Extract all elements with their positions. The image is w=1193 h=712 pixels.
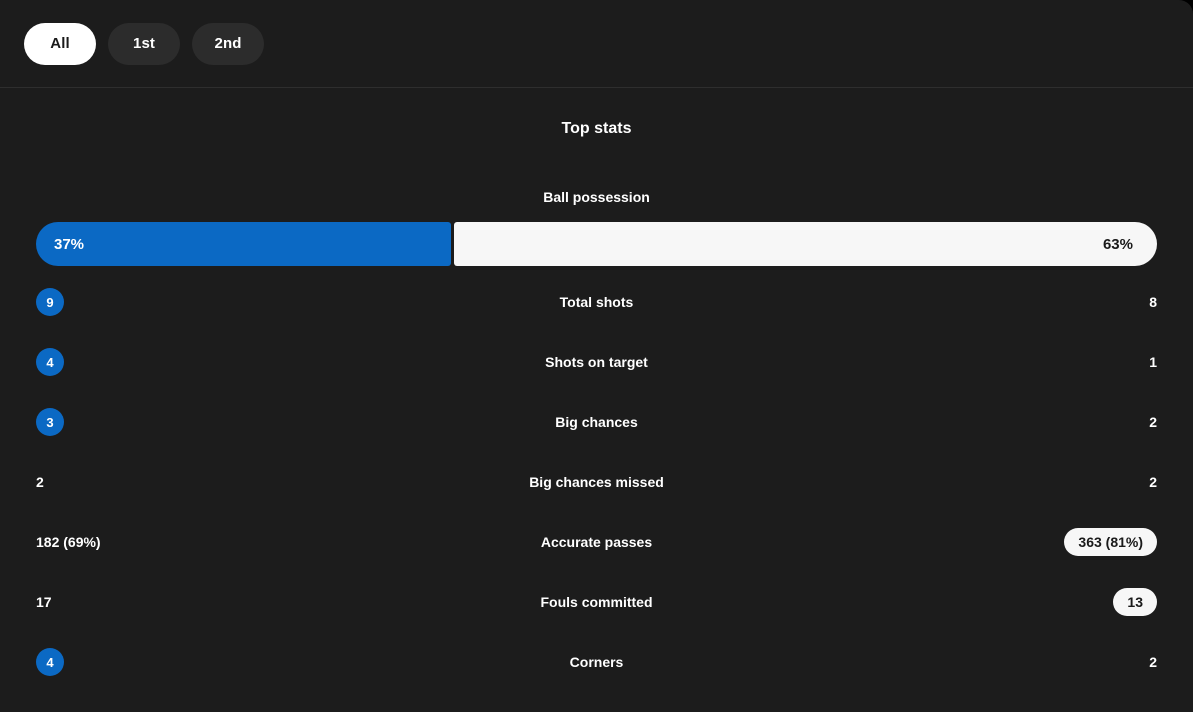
stat-home-value-container: 9 — [36, 288, 346, 316]
stat-away-value: 2 — [1149, 474, 1157, 490]
stat-label: Big chances missed — [529, 474, 664, 490]
stat-row: 9 Total shots 8 — [0, 272, 1193, 332]
stat-home-value: 4 — [36, 648, 64, 676]
stat-home-value-container: 2 — [36, 474, 346, 490]
stat-home-value-container: 17 — [36, 594, 346, 610]
stat-away-value: 2 — [1149, 414, 1157, 430]
stat-away-value-container: 2 — [847, 654, 1157, 670]
stat-away-value-container: 13 — [847, 588, 1157, 616]
possession-away-segment: 63% — [453, 222, 1157, 266]
stat-away-value-container: 8 — [847, 294, 1157, 310]
stat-away-value-container: 363 (81%) — [847, 528, 1157, 556]
stat-home-value: 2 — [36, 474, 44, 490]
stat-away-value-container: 2 — [847, 414, 1157, 430]
stat-home-value: 4 — [36, 348, 64, 376]
stat-home-value-container: 3 — [36, 408, 346, 436]
tab-2nd[interactable]: 2nd — [192, 22, 264, 65]
stat-home-value: 9 — [36, 288, 64, 316]
stat-label: Corners — [569, 654, 624, 670]
stat-home-value-container: 182 (69%) — [36, 534, 346, 550]
stat-away-value: 363 (81%) — [1064, 528, 1157, 556]
stat-away-value-container: 2 — [847, 474, 1157, 490]
stat-label: Total shots — [559, 294, 634, 310]
stat-label: Fouls committed — [540, 594, 653, 610]
stat-row: 182 (69%) Accurate passes 363 (81%) — [0, 512, 1193, 572]
stat-row: 3 Big chances 2 — [0, 392, 1193, 452]
tab-1st[interactable]: 1st — [108, 22, 180, 65]
section-title: Top stats — [561, 120, 632, 137]
possession-home-segment: 37% — [36, 222, 451, 266]
stat-home-value: 182 (69%) — [36, 534, 101, 550]
stat-away-value: 8 — [1149, 294, 1157, 310]
stat-home-value-container: 4 — [36, 648, 346, 676]
stats-content: Top stats Ball possession 37% 63% 9 Total… — [0, 120, 1193, 692]
stat-home-value: 3 — [36, 408, 64, 436]
stat-row: 17 Fouls committed 13 — [0, 572, 1193, 632]
ball-possession-bar: 37% 63% — [36, 222, 1157, 266]
stat-row: 4 Corners 2 — [0, 632, 1193, 692]
stat-row: 4 Shots on target 1 — [0, 332, 1193, 392]
stat-home-value-container: 4 — [36, 348, 346, 376]
stat-away-value-container: 1 — [847, 354, 1157, 370]
match-statistics-panel: All 1st 2nd Top stats Ball possession 37… — [0, 0, 1193, 712]
stat-label: Accurate passes — [540, 534, 653, 550]
stat-away-value: 13 — [1113, 588, 1157, 616]
tab-all[interactable]: All — [24, 22, 96, 65]
stat-home-value: 17 — [36, 594, 52, 610]
stat-row: 2 Big chances missed 2 — [0, 452, 1193, 512]
stat-away-value: 1 — [1149, 354, 1157, 370]
ball-possession-label: Ball possession — [543, 189, 650, 205]
period-tab-bar: All 1st 2nd — [0, 0, 1193, 88]
stat-rows: 9 Total shots 8 4 Shots on target 1 3 Big chanc… — [0, 272, 1193, 692]
stat-label: Shots on target — [545, 354, 648, 370]
stat-label: Big chances — [555, 414, 638, 430]
stat-away-value: 2 — [1149, 654, 1157, 670]
